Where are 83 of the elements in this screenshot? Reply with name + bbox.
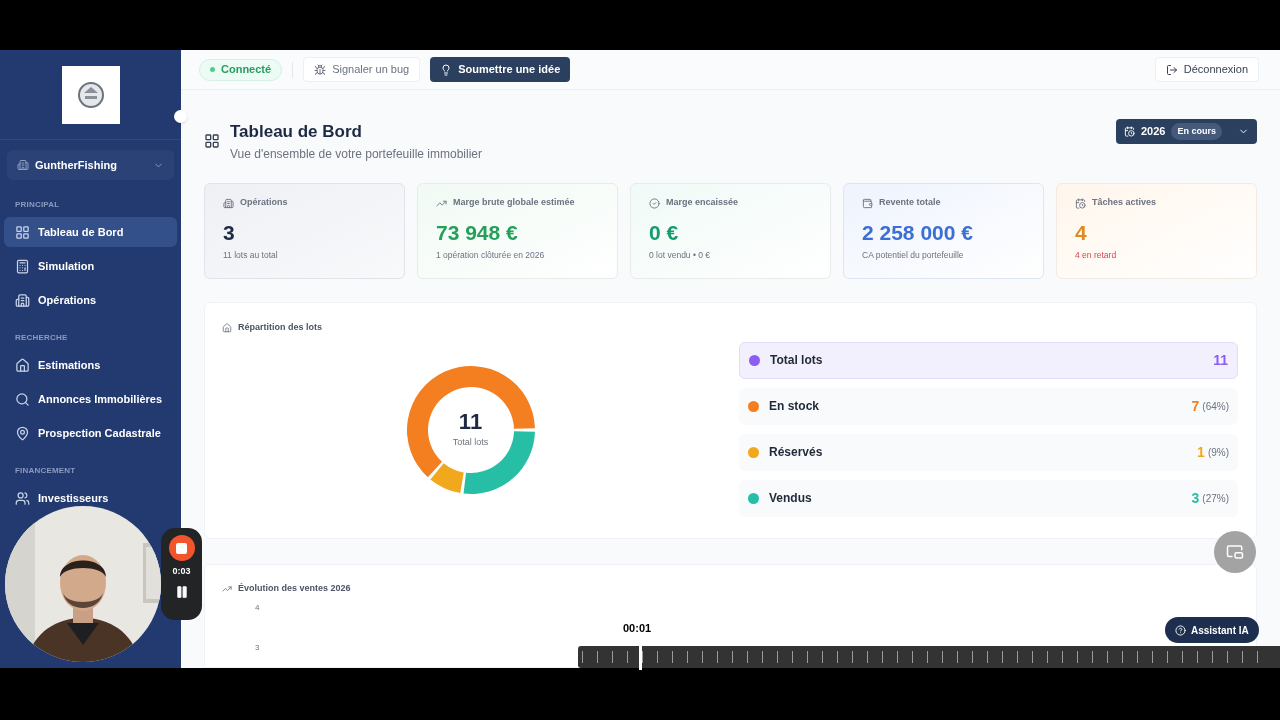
toolbar-button[interactable]: Signaler un bug — [303, 57, 421, 82]
nav-item[interactable]: Opérations — [4, 285, 177, 315]
kpi-value: 0 € — [649, 219, 680, 246]
assistant-button[interactable]: Assistant IA — [1165, 617, 1259, 643]
logo-icon — [76, 80, 105, 109]
legend-percent: (27%) — [1202, 491, 1229, 506]
playhead-handle[interactable] — [639, 644, 642, 670]
check-circle-icon — [649, 197, 660, 209]
kpi-label: Opérations — [240, 196, 288, 210]
house-icon — [222, 323, 232, 333]
nav-item[interactable]: Prospection Cadastrale — [4, 418, 177, 448]
picture-in-picture-icon — [1226, 543, 1244, 561]
kpi-note: 1 opération clôturée en 2026 — [436, 249, 546, 262]
legend-label: Total lots — [770, 352, 824, 370]
kpi-label: Tâches actives — [1092, 196, 1157, 210]
timeline-bar[interactable] — [578, 646, 1280, 668]
grid-icon — [15, 224, 30, 240]
nav-item[interactable]: Annonces Immobilières — [4, 384, 177, 414]
year-selector[interactable]: 2026 En cours — [1116, 119, 1257, 144]
axis-tick-label: 4 — [255, 603, 261, 612]
kpi-value: 3 — [223, 219, 236, 246]
kpi-label: Revente totale — [879, 196, 941, 210]
building-icon — [15, 292, 30, 308]
house-icon — [15, 357, 30, 373]
stop-button[interactable] — [168, 535, 195, 561]
recording-time: 0:03 — [172, 565, 191, 578]
trend-up-icon — [222, 584, 232, 594]
workspace-selector[interactable]: GuntherFishing — [7, 150, 174, 180]
building-icon — [17, 159, 29, 171]
nav-item[interactable]: Investisseurs — [4, 483, 177, 513]
legend-label: Vendus — [769, 490, 813, 508]
status-badge: En cours — [1171, 122, 1222, 141]
nav-item[interactable]: Estimations — [4, 350, 177, 380]
wallet-icon — [862, 197, 873, 209]
playhead-time: 00:01 — [623, 621, 652, 636]
users-icon — [15, 490, 30, 506]
pause-icon — [174, 584, 189, 599]
center-value: 11 — [458, 410, 483, 433]
kpi-note: 11 lots au total — [223, 249, 279, 262]
section-heading: FINANCEMENT — [14, 465, 77, 477]
center-label: Total lots — [452, 435, 489, 449]
legend-count: 3 — [1191, 488, 1200, 508]
page-subtitle: Vue d'ensemble de votre portefeuille immobilier — [230, 146, 483, 164]
legend-percent: (64%) — [1202, 399, 1229, 414]
legend-label: En stock — [769, 398, 820, 416]
status-label: Connecté — [221, 62, 272, 78]
legend-label: Réservés — [769, 444, 824, 462]
kpi-note: CA potentiel du portefeuille — [862, 249, 965, 262]
kpi-note: 4 en retard — [1075, 249, 1118, 262]
legend-count: 1 — [1197, 442, 1205, 462]
kpi-value: 2 258 000 € — [862, 219, 974, 246]
building-icon — [223, 197, 234, 209]
kpi-value: 4 — [1075, 219, 1088, 246]
legend-count: 11 — [1213, 350, 1228, 370]
panel-title: Répartition des lots — [238, 321, 322, 335]
calendar-clock-icon — [1075, 197, 1086, 209]
calendar-clock-icon — [1124, 126, 1135, 137]
grid-icon — [204, 133, 220, 149]
lightbulb-icon — [440, 63, 453, 76]
search-icon — [15, 391, 30, 407]
kpi-label: Marge brute globale estimée — [453, 196, 575, 210]
logout-icon — [1165, 63, 1178, 76]
year-label: 2026 — [1141, 124, 1166, 140]
kpi-label: Marge encaissée — [666, 196, 739, 210]
toolbar-button[interactable]: Soumettre une idée — [430, 57, 571, 82]
logout-button[interactable]: Déconnexion — [1154, 57, 1259, 82]
help-icon — [1175, 624, 1186, 636]
panel-title: Évolution des ventes 2026 — [238, 582, 351, 596]
bug-icon — [314, 63, 327, 76]
section-heading: RECHERCHE — [14, 332, 69, 344]
legend-count: 7 — [1191, 396, 1200, 416]
kpi-note: 0 lot vendu • 0 € — [649, 249, 712, 262]
map-pin-icon — [15, 425, 30, 441]
section-heading: PRINCIPAL — [14, 199, 61, 211]
axis-tick-label: 3 — [255, 643, 261, 652]
nav-item[interactable]: Tableau de Bord — [4, 217, 177, 247]
kpi-value: 73 948 € — [436, 219, 519, 246]
calculator-icon — [15, 258, 30, 274]
legend-percent: (9%) — [1207, 445, 1229, 460]
stop-icon — [176, 542, 187, 554]
pause-button[interactable] — [174, 584, 189, 599]
page-title: Tableau de Bord — [230, 121, 363, 143]
nav-item[interactable]: Simulation — [4, 251, 177, 281]
